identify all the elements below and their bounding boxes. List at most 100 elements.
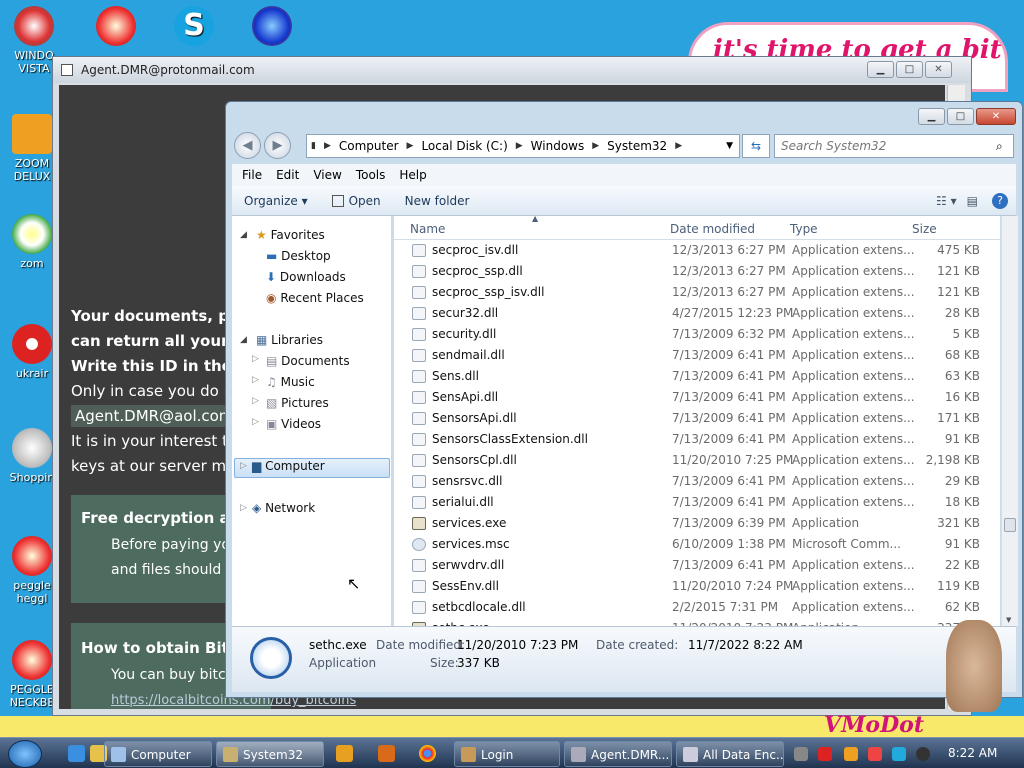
- media-player-icon[interactable]: [336, 745, 353, 762]
- nav-computer[interactable]: ▆ Computer: [252, 459, 325, 473]
- nav-desktop[interactable]: ▬ Desktop: [266, 249, 331, 263]
- close-button[interactable]: ✕: [925, 61, 952, 78]
- organize-button[interactable]: Organize ▾: [232, 194, 320, 208]
- file-row[interactable]: secproc_ssp_isv.dll 12/3/2013 6:27 PM Appl…: [394, 282, 1000, 303]
- task-agent-dmr[interactable]: Agent.DMR...: [564, 741, 672, 767]
- address-bar[interactable]: ▮ ▶ Computer ▶ Local Disk (C:) ▶ Windows…: [306, 134, 740, 158]
- search-icon[interactable]: ⌕: [996, 139, 1003, 154]
- menu-file[interactable]: File: [236, 168, 268, 182]
- scrollbar-thumb[interactable]: [1004, 518, 1016, 532]
- task-computer[interactable]: Computer: [104, 741, 212, 767]
- new-folder-button[interactable]: New folder: [393, 194, 482, 208]
- tray-icon[interactable]: [892, 747, 906, 761]
- back-button[interactable]: ◀: [234, 132, 261, 159]
- column-type[interactable]: Type: [790, 222, 818, 236]
- file-row[interactable]: secproc_isv.dll 12/3/2013 6:27 PM Applicat…: [394, 240, 1000, 261]
- file-row[interactable]: serialui.dll 7/13/2009 6:41 PM Application…: [394, 492, 1000, 513]
- expand-arrow-icon[interactable]: ◢: [240, 335, 247, 345]
- collapse-arrow-icon[interactable]: ▷: [252, 354, 259, 364]
- nav-network[interactable]: ◈ Network: [252, 501, 315, 515]
- window-icon: [683, 747, 698, 762]
- file-row[interactable]: secur32.dll 4/27/2015 12:23 PM Application…: [394, 303, 1000, 324]
- tray-icon[interactable]: [844, 747, 858, 761]
- chrome-icon[interactable]: [419, 745, 436, 762]
- explorer-window[interactable]: ▁ □ ✕ ◀ ▶ ▮ ▶ Computer ▶ Local Disk (C:)…: [225, 101, 1023, 698]
- breadcrumb-local-disk[interactable]: Local Disk (C:): [417, 139, 511, 153]
- nav-documents[interactable]: ▤ Documents: [266, 354, 350, 368]
- column-size[interactable]: Size: [912, 222, 937, 236]
- nav-libraries[interactable]: ▦ Libraries: [256, 333, 323, 347]
- preview-pane-icon[interactable]: ▤: [967, 194, 992, 208]
- folder-icon: [223, 747, 238, 762]
- maximize-button[interactable]: □: [896, 61, 923, 78]
- file-row[interactable]: setbcdlocale.dll 2/2/2015 7:31 PM Applicat…: [394, 597, 1000, 618]
- nav-pictures[interactable]: ▧ Pictures: [266, 396, 329, 410]
- app-icon[interactable]: [378, 745, 395, 762]
- help-icon[interactable]: ?: [992, 192, 1008, 209]
- maximize-button[interactable]: □: [947, 108, 974, 125]
- file-list-scrollbar[interactable]: ▼: [1001, 216, 1018, 626]
- file-row[interactable]: SensorsApi.dll 7/13/2009 6:41 PM Applicati…: [394, 408, 1000, 429]
- collapse-arrow-icon[interactable]: ▷: [240, 503, 247, 513]
- column-date-modified[interactable]: Date modified: [670, 222, 755, 236]
- breadcrumb-separator: ▶: [515, 141, 523, 151]
- nav-favorites[interactable]: ★ Favorites: [256, 228, 325, 242]
- minimize-button[interactable]: ▁: [918, 108, 945, 125]
- menu-tools[interactable]: Tools: [350, 168, 392, 182]
- breadcrumb-windows[interactable]: Windows: [527, 139, 589, 153]
- menu-help[interactable]: Help: [393, 168, 432, 182]
- breadcrumb-system32[interactable]: System32: [603, 139, 671, 153]
- nav-downloads[interactable]: ⬇ Downloads: [266, 270, 346, 284]
- contact-email[interactable]: Agent.DMR@aol.com: [71, 405, 238, 427]
- file-row[interactable]: SensorsCpl.dll 11/20/2010 7:25 PM Applicat…: [394, 450, 1000, 471]
- view-options-icon[interactable]: ☷ ▾: [936, 194, 967, 208]
- breadcrumb-computer[interactable]: Computer: [335, 139, 403, 153]
- nav-recent-places[interactable]: ◉ Recent Places: [266, 291, 364, 305]
- tray-icon[interactable]: [818, 747, 832, 761]
- collapse-arrow-icon[interactable]: ▷: [252, 417, 259, 427]
- clock[interactable]: 8:22 AM: [948, 746, 997, 760]
- file-row[interactable]: secproc_ssp.dll 12/3/2013 6:27 PM Applicat…: [394, 261, 1000, 282]
- desktop-icon-browser[interactable]: [244, 6, 300, 49]
- file-row[interactable]: SessEnv.dll 11/20/2010 7:24 PM Application…: [394, 576, 1000, 597]
- internet-explorer-icon[interactable]: [68, 745, 85, 762]
- tray-icon[interactable]: [868, 747, 882, 761]
- menu-view[interactable]: View: [307, 168, 347, 182]
- file-row[interactable]: serwvdrv.dll 7/13/2009 6:41 PM Application…: [394, 555, 1000, 576]
- collapse-arrow-icon[interactable]: ▷: [240, 461, 247, 471]
- start-button[interactable]: [8, 740, 42, 768]
- task-all-data-encrypted[interactable]: All Data Enc...: [676, 741, 784, 767]
- file-row[interactable]: SensorsClassExtension.dll 7/13/2009 6:41 …: [394, 429, 1000, 450]
- minimize-button[interactable]: ▁: [867, 61, 894, 78]
- collapse-arrow-icon[interactable]: ▷: [252, 375, 259, 385]
- refresh-button[interactable]: ⇆: [742, 134, 770, 158]
- desktop-icon-peggle[interactable]: [88, 6, 144, 49]
- open-button[interactable]: Open: [320, 194, 393, 208]
- scroll-down-icon[interactable]: ▼: [1006, 616, 1011, 624]
- nav-videos[interactable]: ▣ Videos: [266, 417, 321, 431]
- column-name[interactable]: Name: [410, 222, 445, 236]
- task-login[interactable]: Login: [454, 741, 560, 767]
- file-row[interactable]: services.exe 7/13/2009 6:39 PM Application…: [394, 513, 1000, 534]
- close-button[interactable]: ✕: [976, 108, 1016, 125]
- window-titlebar[interactable]: Agent.DMR@protonmail.com: [53, 57, 971, 83]
- tray-icon[interactable]: [794, 747, 808, 761]
- file-row[interactable]: services.msc 6/10/2009 1:38 PM Microsoft C…: [394, 534, 1000, 555]
- volume-icon[interactable]: [916, 747, 930, 761]
- collapse-arrow-icon[interactable]: ▷: [252, 396, 259, 406]
- menu-edit[interactable]: Edit: [270, 168, 305, 182]
- desktop-icon-skype[interactable]: S: [166, 6, 222, 49]
- expand-arrow-icon[interactable]: ◢: [240, 230, 247, 240]
- file-row[interactable]: sendmail.dll 7/13/2009 6:41 PM Application…: [394, 345, 1000, 366]
- task-system32[interactable]: System32: [216, 741, 324, 767]
- pictures-icon: ▧: [266, 396, 278, 410]
- file-row[interactable]: SensApi.dll 7/13/2009 6:41 PM Application …: [394, 387, 1000, 408]
- file-row[interactable]: sensrsvc.dll 7/13/2009 6:41 PM Application…: [394, 471, 1000, 492]
- search-input[interactable]: Search System32: [774, 134, 1014, 158]
- file-row[interactable]: Sens.dll 7/13/2009 6:41 PM Application ext…: [394, 366, 1000, 387]
- forward-button[interactable]: ▶: [264, 132, 291, 159]
- file-row[interactable]: security.dll 7/13/2009 6:32 PM Application…: [394, 324, 1000, 345]
- address-dropdown-icon[interactable]: ▼: [726, 141, 739, 151]
- nav-music[interactable]: ♫ Music: [266, 375, 315, 389]
- file-row[interactable]: sethc.exe11/20/2010 7:23 PMApplication33…: [394, 618, 1000, 626]
